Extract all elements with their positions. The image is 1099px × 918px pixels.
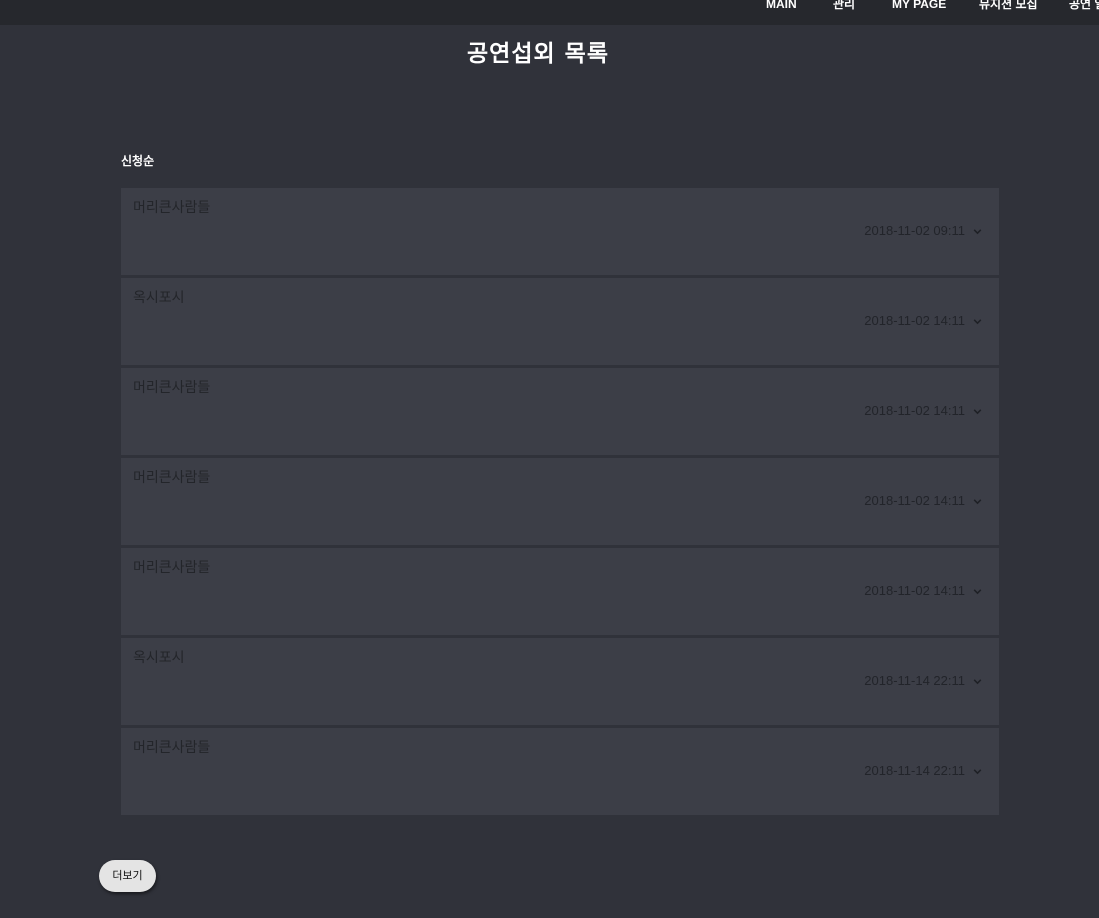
page-title: 공연섭외 목록 (467, 41, 609, 67)
request-title: 머리큰사람들 (133, 380, 211, 396)
load-more-button[interactable]: 더보기 (99, 860, 156, 892)
chevron-down-icon[interactable] (972, 226, 983, 237)
request-date: 2018-11-02 14:11 (864, 403, 965, 418)
sort-by-application-label[interactable]: 신청순 (121, 152, 154, 170)
request-title: 머리큰사람들 (133, 470, 211, 486)
chevron-down-icon[interactable] (972, 676, 983, 687)
top-navigation-bar: MAIN 관리 MY PAGE 뮤지션 모집 공연 일 (0, 0, 1099, 25)
request-date: 2018-11-02 09:11 (864, 223, 965, 238)
chevron-down-icon[interactable] (972, 766, 983, 777)
request-title: 머리큰사람들 (133, 740, 211, 756)
chevron-down-icon[interactable] (972, 496, 983, 507)
request-date: 2018-11-14 22:11 (864, 673, 965, 688)
nav-item-musician-recruit[interactable]: 뮤지션 모집 (979, 0, 1038, 14)
request-title: 옥시포시 (133, 650, 185, 666)
chevron-down-icon[interactable] (972, 316, 983, 327)
nav-item-main[interactable]: MAIN (766, 0, 797, 14)
list-item[interactable]: 머리큰사람들 2018-11-02 09:11 (121, 188, 999, 275)
request-date: 2018-11-02 14:11 (864, 493, 965, 508)
nav-item-performance[interactable]: 공연 일 (1069, 0, 1099, 14)
chevron-down-icon[interactable] (972, 586, 983, 597)
nav-item-manage[interactable]: 관리 (833, 0, 855, 14)
chevron-down-icon[interactable] (972, 406, 983, 417)
list-item[interactable]: 머리큰사람들 2018-11-02 14:11 (121, 368, 999, 455)
request-title: 머리큰사람들 (133, 200, 211, 216)
list-item[interactable]: 머리큰사람들 2018-11-02 14:11 (121, 458, 999, 545)
request-date: 2018-11-14 22:11 (864, 763, 965, 778)
request-title: 옥시포시 (133, 290, 185, 306)
nav-item-my-page[interactable]: MY PAGE (892, 0, 946, 14)
request-list: 머리큰사람들 2018-11-02 09:11 옥시포시 2018-11-02 … (121, 188, 999, 818)
list-item[interactable]: 머리큰사람들 2018-11-02 14:11 (121, 548, 999, 635)
list-item[interactable]: 옥시포시 2018-11-02 14:11 (121, 278, 999, 365)
list-item[interactable]: 머리큰사람들 2018-11-14 22:11 (121, 728, 999, 815)
request-date: 2018-11-02 14:11 (864, 583, 965, 598)
list-item[interactable]: 옥시포시 2018-11-14 22:11 (121, 638, 999, 725)
request-title: 머리큰사람들 (133, 560, 211, 576)
request-date: 2018-11-02 14:11 (864, 313, 965, 328)
